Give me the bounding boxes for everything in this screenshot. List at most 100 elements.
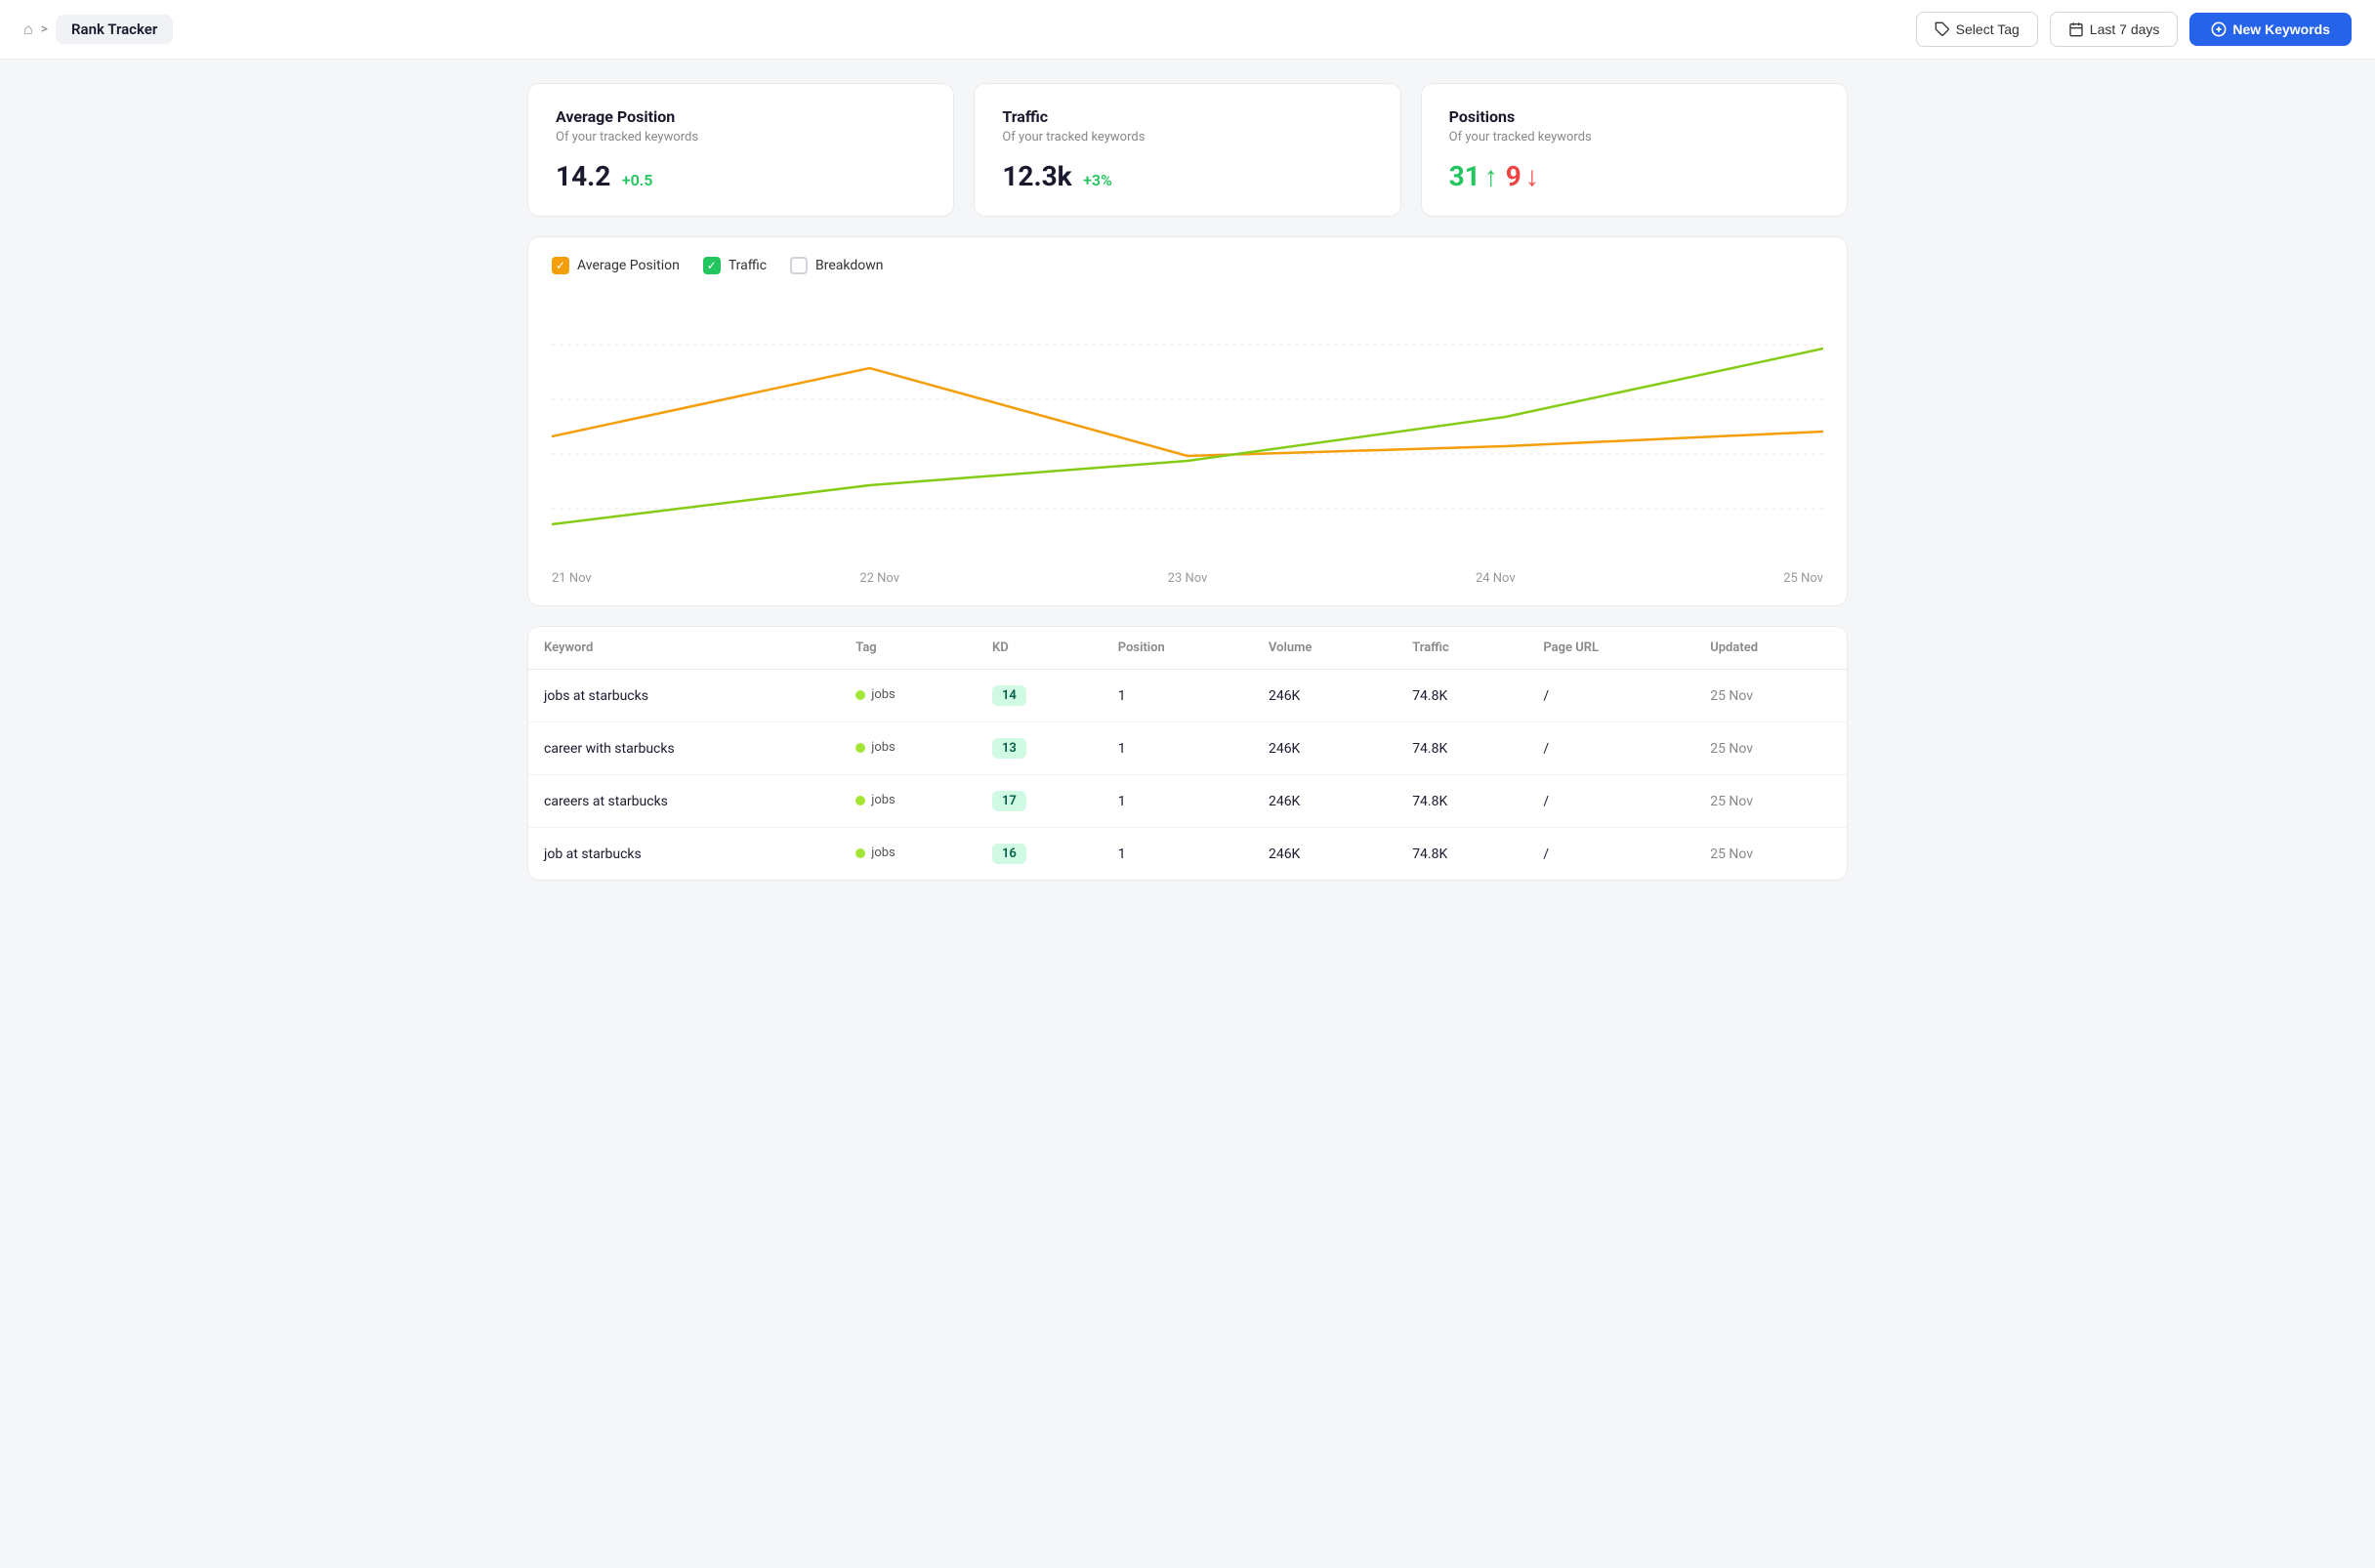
- cell-kd: 16: [977, 828, 1103, 881]
- table-card: Keyword Tag KD Position Volume Traffic P…: [527, 626, 1848, 881]
- positions-down-value: 9: [1506, 160, 1539, 192]
- chart-card: ✓ Average Position ✓ Traffic Breakdown: [527, 236, 1848, 606]
- kd-badge: 14: [992, 685, 1026, 706]
- tag-dot-icon: [855, 743, 865, 753]
- table-row: jobs at starbucks jobs 14 1 246K 74.8K /…: [528, 670, 1847, 722]
- cell-tag: jobs: [840, 722, 977, 775]
- x-label-1: 22 Nov: [859, 571, 899, 586]
- cell-tag: jobs: [840, 828, 977, 881]
- legend-avg-position[interactable]: ✓ Average Position: [552, 257, 680, 274]
- page-title: Rank Tracker: [56, 15, 173, 44]
- cell-volume: 246K: [1253, 670, 1396, 722]
- legend-traffic[interactable]: ✓ Traffic: [703, 257, 767, 274]
- new-keywords-button[interactable]: New Keywords: [2189, 13, 2352, 46]
- positions-values-row: 31 9: [1449, 160, 1819, 192]
- positions-up-value: 31: [1449, 160, 1498, 192]
- cell-volume: 246K: [1253, 775, 1396, 828]
- col-updated: Updated: [1694, 627, 1847, 670]
- stat-avg-pos-change: +0.5: [622, 171, 653, 189]
- cell-traffic: 74.8K: [1396, 670, 1527, 722]
- tag-dot-icon: [855, 796, 865, 805]
- breakdown-checkbox: [790, 257, 808, 274]
- cell-tag: jobs: [840, 775, 977, 828]
- kd-badge: 13: [992, 738, 1026, 759]
- cell-tag: jobs: [840, 670, 977, 722]
- cell-kd: 14: [977, 670, 1103, 722]
- cell-kd: 17: [977, 775, 1103, 828]
- cell-position: 1: [1103, 722, 1253, 775]
- cell-traffic: 74.8K: [1396, 775, 1527, 828]
- avg-pos-checkbox: ✓: [552, 257, 569, 274]
- cell-updated: 25 Nov: [1694, 670, 1847, 722]
- col-kd: KD: [977, 627, 1103, 670]
- header: ⌂ > Rank Tracker Select Tag Last 7 days: [0, 0, 2375, 60]
- stat-positions-subtitle: Of your tracked keywords: [1449, 130, 1819, 144]
- x-label-0: 21 Nov: [552, 571, 592, 586]
- plus-circle-icon: [2211, 21, 2227, 37]
- cell-position: 1: [1103, 828, 1253, 881]
- x-label-4: 25 Nov: [1783, 571, 1823, 586]
- x-label-2: 23 Nov: [1168, 571, 1208, 586]
- col-position: Position: [1103, 627, 1253, 670]
- stat-card-average-position: Average Position Of your tracked keyword…: [527, 83, 954, 217]
- avg-pos-line: [552, 368, 1823, 456]
- cell-url: /: [1527, 775, 1694, 828]
- cell-position: 1: [1103, 670, 1253, 722]
- stat-positions-title: Positions: [1449, 107, 1819, 126]
- col-keyword: Keyword: [528, 627, 840, 670]
- down-arrow-icon: [1525, 160, 1539, 192]
- stat-avg-pos-value: 14.2: [556, 160, 610, 192]
- tag-label: jobs: [871, 846, 896, 860]
- tag-dot-icon: [855, 848, 865, 858]
- table-row: job at starbucks jobs 16 1 246K 74.8K / …: [528, 828, 1847, 881]
- chart-svg: [552, 290, 1823, 563]
- stat-traffic-value: 12.3k: [1002, 160, 1071, 192]
- breadcrumb-separator: >: [41, 21, 48, 37]
- cell-updated: 25 Nov: [1694, 722, 1847, 775]
- calendar-icon: [2068, 21, 2084, 37]
- cell-volume: 246K: [1253, 722, 1396, 775]
- chart-legend: ✓ Average Position ✓ Traffic Breakdown: [552, 257, 1823, 274]
- traffic-line: [552, 349, 1823, 524]
- tag-label: jobs: [871, 687, 896, 702]
- col-page-url: Page URL: [1527, 627, 1694, 670]
- breadcrumb: ⌂ > Rank Tracker: [23, 15, 173, 44]
- cell-traffic: 74.8K: [1396, 828, 1527, 881]
- stat-traffic-change: +3%: [1083, 171, 1112, 189]
- cell-url: /: [1527, 722, 1694, 775]
- traffic-checkbox: ✓: [703, 257, 721, 274]
- tag-label: jobs: [871, 793, 896, 807]
- stat-avg-pos-subtitle: Of your tracked keywords: [556, 130, 926, 144]
- legend-breakdown[interactable]: Breakdown: [790, 257, 883, 274]
- cell-keyword: career with starbucks: [528, 722, 840, 775]
- header-actions: Select Tag Last 7 days New Keywords: [1916, 12, 2352, 47]
- select-tag-label: Select Tag: [1956, 21, 2020, 37]
- tag-label: jobs: [871, 740, 896, 755]
- new-keywords-label: New Keywords: [2232, 21, 2330, 37]
- col-volume: Volume: [1253, 627, 1396, 670]
- cell-keyword: jobs at starbucks: [528, 670, 840, 722]
- cell-kd: 13: [977, 722, 1103, 775]
- cell-updated: 25 Nov: [1694, 828, 1847, 881]
- cell-updated: 25 Nov: [1694, 775, 1847, 828]
- tag-dot-icon: [855, 690, 865, 700]
- keywords-table: Keyword Tag KD Position Volume Traffic P…: [528, 627, 1847, 880]
- cell-url: /: [1527, 828, 1694, 881]
- chart-x-labels: 21 Nov 22 Nov 23 Nov 24 Nov 25 Nov: [552, 563, 1823, 586]
- cell-volume: 246K: [1253, 828, 1396, 881]
- home-icon[interactable]: ⌂: [23, 20, 33, 39]
- main-content: Average Position Of your tracked keyword…: [504, 60, 1871, 904]
- legend-traffic-label: Traffic: [729, 258, 767, 273]
- last-days-label: Last 7 days: [2090, 21, 2160, 37]
- last-days-button[interactable]: Last 7 days: [2050, 12, 2179, 47]
- cell-position: 1: [1103, 775, 1253, 828]
- table-header-row: Keyword Tag KD Position Volume Traffic P…: [528, 627, 1847, 670]
- legend-breakdown-label: Breakdown: [815, 258, 883, 273]
- stat-traffic-subtitle: Of your tracked keywords: [1002, 130, 1372, 144]
- cell-keyword: job at starbucks: [528, 828, 840, 881]
- cell-keyword: careers at starbucks: [528, 775, 840, 828]
- up-arrow-icon: [1484, 160, 1498, 192]
- x-label-3: 24 Nov: [1476, 571, 1516, 586]
- select-tag-button[interactable]: Select Tag: [1916, 12, 2038, 47]
- kd-badge: 16: [992, 844, 1026, 864]
